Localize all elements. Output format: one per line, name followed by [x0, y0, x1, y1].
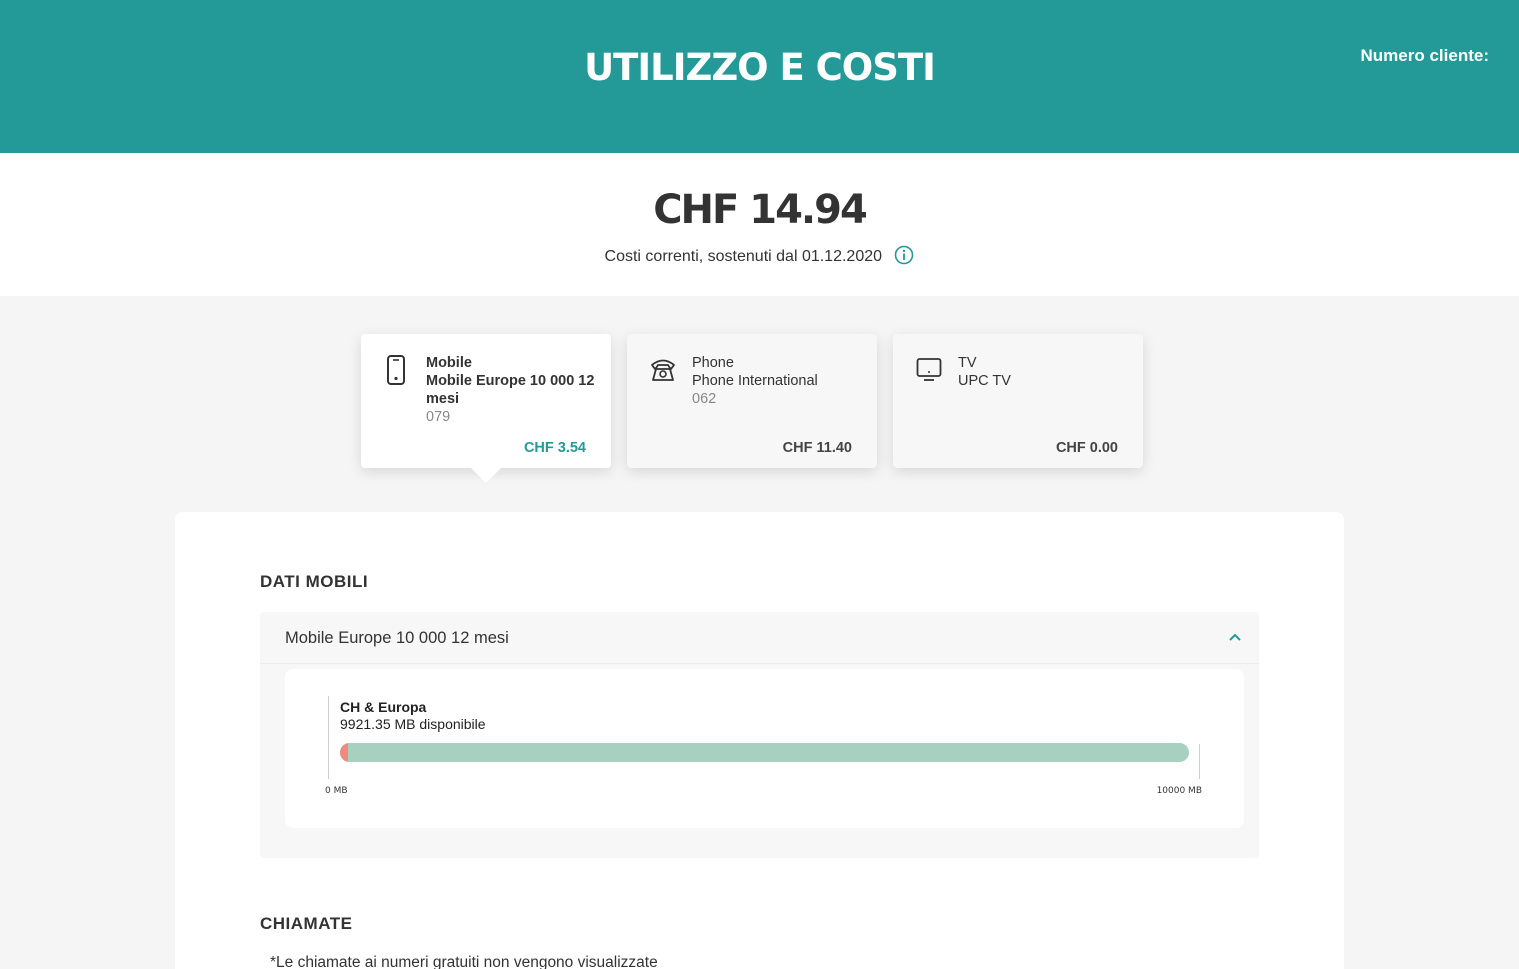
service-card-price: CHF 3.54 — [523, 440, 586, 456]
service-card-plan: UPC TV — [958, 373, 1011, 389]
service-card-price: CHF 0.00 — [1055, 440, 1118, 456]
service-card-phone[interactable]: Phone Phone International 062 CHF 11.40 — [627, 334, 877, 468]
service-card-plan: Phone International — [692, 373, 818, 389]
service-card-number: 079 — [426, 409, 451, 425]
free-calls-note: *Le chiamate ai numeri gratuiti non veng… — [270, 954, 658, 969]
cost-period-text: Costi correnti, sostenuti dal 01.12.2020 — [604, 248, 883, 265]
accordion-header[interactable]: Mobile Europe 10 000 12 mesi — [260, 612, 1259, 664]
usage-panel: DATI MOBILI Mobile Europe 10 000 12 mesi… — [175, 512, 1344, 969]
scale-max-label: 10000 MB — [1156, 786, 1202, 796]
calls-section-title: CHIAMATE — [260, 914, 353, 933]
service-card-type: TV — [958, 355, 977, 371]
accordion-plan-title: Mobile Europe 10 000 12 mesi — [285, 629, 509, 647]
cost-summary: CHF 14.94 Costi correnti, sostenuti dal … — [0, 153, 1519, 296]
mobile-phone-icon — [387, 355, 405, 385]
chevron-up-icon[interactable] — [1228, 632, 1242, 642]
data-usage-bar-used — [340, 743, 348, 762]
customer-number-label: Numero cliente: — [1360, 46, 1489, 65]
page-title: UTILIZZO E COSTI — [584, 46, 936, 89]
scale-end-tick — [1199, 744, 1200, 779]
service-cards: Mobile Mobile Europe 10 000 12 mesi 079 … — [361, 334, 1143, 484]
active-card-pointer — [471, 468, 501, 483]
service-card-type: Mobile — [426, 355, 472, 371]
page-header: UTILIZZO E COSTI Numero cliente: — [0, 0, 1519, 153]
service-card-plan: Mobile Europe 10 000 12 mesi — [426, 373, 595, 407]
service-card-price: CHF 11.40 — [782, 440, 852, 456]
usage-available-text: 9921.35 MB disponibile — [340, 716, 486, 732]
service-card-tv[interactable]: TV UPC TV CHF 0.00 — [893, 334, 1143, 468]
total-cost: CHF 14.94 — [653, 187, 868, 233]
mobile-data-accordion: Mobile Europe 10 000 12 mesi CH & Europa… — [260, 612, 1259, 858]
scale-min-label: 0 MB — [325, 786, 348, 796]
cost-period: Costi correnti, sostenuti dal 01.12.2020 — [0, 245, 1519, 266]
info-icon[interactable] — [894, 245, 914, 265]
landline-phone-icon — [651, 359, 675, 381]
usage-region-label: CH & Europa — [340, 699, 427, 715]
scale-start-tick — [328, 696, 329, 779]
data-usage-bar — [340, 743, 1189, 762]
service-card-type: Phone — [692, 355, 734, 371]
service-card-number: 062 — [692, 391, 717, 407]
mobile-data-section-title: DATI MOBILI — [260, 572, 369, 591]
data-usage-box: CH & Europa 9921.35 MB disponibile 0 MB … — [285, 669, 1244, 828]
service-card-mobile[interactable]: Mobile Mobile Europe 10 000 12 mesi 079 … — [361, 334, 611, 483]
tv-icon — [916, 358, 942, 381]
